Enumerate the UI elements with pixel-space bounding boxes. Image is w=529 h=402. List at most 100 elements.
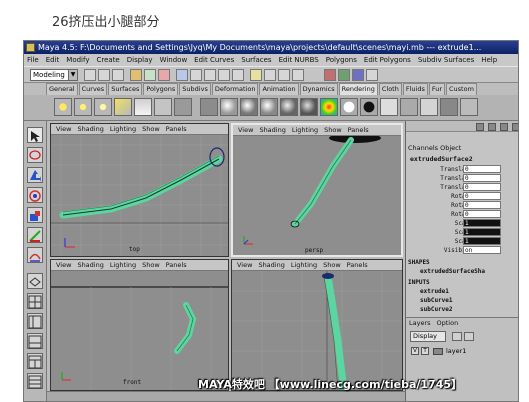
viewport-front[interactable]: View Shading Lighting Show Panels front [50, 259, 229, 391]
shelf-tab-cloth[interactable]: Cloth [378, 83, 402, 95]
menu-window[interactable]: Window [160, 56, 188, 64]
viewport-persp-menu-lighting[interactable]: Lighting [292, 126, 318, 134]
point-light-icon[interactable] [94, 98, 112, 116]
hypershade-icon[interactable] [400, 98, 418, 116]
select-tool-icon[interactable] [27, 127, 43, 143]
shelf-tab-animation[interactable]: Animation [259, 83, 299, 95]
menu-modify[interactable]: Modify [66, 56, 89, 64]
show-hide-icon[interactable] [324, 69, 336, 81]
shelf-tab-polygons[interactable]: Polygons [143, 83, 179, 95]
shelf-tab-rendering[interactable]: Rendering [338, 83, 378, 95]
lasso-tool-icon[interactable] [27, 147, 43, 163]
camera-icon[interactable] [174, 98, 192, 116]
blinn-icon[interactable] [240, 98, 258, 116]
channel-box-icon[interactable] [366, 69, 378, 81]
menu-polygons[interactable]: Polygons [326, 56, 357, 64]
viewport-top-menu-shading[interactable]: Shading [77, 125, 103, 133]
lambert-icon[interactable] [220, 98, 238, 116]
attr-rotate-z[interactable]: Rotate Z0 [406, 210, 518, 219]
menu-create[interactable]: Create [96, 56, 119, 64]
show-layer-editor-icon[interactable] [512, 123, 518, 131]
layers-menu[interactable]: Layers [409, 319, 431, 327]
attr-rotate-y[interactable]: Rotate Y0 [406, 201, 518, 210]
shelf-tab-subdivs[interactable]: Subdivs [179, 83, 211, 95]
attr-scale-x[interactable]: Scale X1 [406, 219, 518, 228]
soft-mod-tool-icon[interactable] [27, 247, 43, 263]
manipulator-tool-icon[interactable] [27, 227, 43, 243]
menu-subdiv-surfaces[interactable]: Subdiv Surfaces [418, 56, 474, 64]
history-icon[interactable] [250, 69, 262, 81]
attr-scale-y[interactable]: Scale Y1 [406, 228, 518, 237]
snap-point-icon[interactable] [218, 69, 230, 81]
ipr-render-icon[interactable] [278, 69, 290, 81]
viewport-persp-menu-shading[interactable]: Shading [259, 126, 285, 134]
input-node[interactable]: extrude1 [406, 287, 518, 296]
menu-file[interactable]: File [27, 56, 39, 64]
anisotropic-icon[interactable] [300, 98, 318, 116]
open-scene-icon[interactable] [98, 69, 110, 81]
select-component-icon[interactable] [158, 69, 170, 81]
show-tool-settings-icon[interactable] [488, 123, 496, 131]
persp-outliner-layout-icon[interactable] [27, 313, 43, 329]
attr-translate-z[interactable]: Translate Z0 [406, 183, 518, 192]
attr-value[interactable]: 1 [463, 228, 501, 236]
viewport-side-menu-panels[interactable]: Panels [347, 261, 368, 269]
render-globals-icon[interactable] [292, 69, 304, 81]
object-name[interactable]: extrudedSurface2 [406, 154, 518, 164]
shelf-tab-fluids[interactable]: Fluids [402, 83, 428, 95]
viewport-front-menu-show[interactable]: Show [142, 261, 160, 269]
phong-e-icon[interactable] [280, 98, 298, 116]
spot-light-icon[interactable] [114, 98, 132, 116]
viewport-top-menu-show[interactable]: Show [142, 125, 160, 133]
attr-value[interactable]: 0 [463, 201, 501, 209]
surface-shader-icon[interactable] [360, 98, 378, 116]
move-tool-icon[interactable] [27, 167, 43, 183]
texture-placement-icon[interactable] [460, 98, 478, 116]
viewport-front-menu-shading[interactable]: Shading [77, 261, 103, 269]
shelf-tab-deformation[interactable]: Deformation [211, 83, 259, 95]
viewport-persp-menu-view[interactable]: View [238, 126, 253, 134]
save-scene-icon[interactable] [112, 69, 124, 81]
select-object-icon[interactable] [144, 69, 156, 81]
snap-grid-icon[interactable] [190, 69, 202, 81]
menu-display[interactable]: Display [127, 56, 153, 64]
attribute-editor-icon[interactable] [338, 69, 350, 81]
render-settings-icon[interactable] [420, 98, 438, 116]
viewport-front-menu-panels[interactable]: Panels [166, 261, 187, 269]
scale-tool-icon[interactable] [27, 207, 43, 223]
phong-icon[interactable] [260, 98, 278, 116]
ambient-light-icon[interactable] [54, 98, 72, 116]
layer-color-swatch[interactable] [433, 348, 443, 355]
attr-translate-y[interactable]: Translate Y0 [406, 174, 518, 183]
menu-edit[interactable]: Edit [46, 56, 60, 64]
viewport-side-menu-shading[interactable]: Shading [258, 261, 284, 269]
render-icon[interactable] [264, 69, 276, 81]
attr-value[interactable]: 1 [463, 219, 501, 227]
layer-row[interactable]: V T layer1 [406, 346, 518, 356]
directional-light-icon[interactable] [74, 98, 92, 116]
viewport-side-menu-lighting[interactable]: Lighting [291, 261, 317, 269]
attr-value[interactable]: 0 [463, 183, 501, 191]
snap-view-plane-icon[interactable] [232, 69, 244, 81]
layered-shader-icon[interactable] [340, 98, 358, 116]
shelf-tab-curves[interactable]: Curves [78, 83, 108, 95]
select-hierarchy-icon[interactable] [130, 69, 142, 81]
attr-value[interactable]: on [463, 246, 501, 254]
tool-settings-icon[interactable] [352, 69, 364, 81]
area-light-icon[interactable] [134, 98, 152, 116]
menu-surfaces[interactable]: Surfaces [241, 56, 271, 64]
attr-visibility[interactable]: Visibility on [406, 246, 518, 255]
shape-node[interactable]: extrudedSurfaceSha [406, 267, 518, 276]
viewport-front-menu-lighting[interactable]: Lighting [110, 261, 136, 269]
attr-value[interactable]: 1 [463, 237, 501, 245]
create-layer-selected-icon[interactable] [464, 332, 474, 341]
layer-type-selector[interactable]: Display [410, 331, 446, 342]
viewport-front-menu-view[interactable]: View [56, 261, 71, 269]
viewport-top-menu-lighting[interactable]: Lighting [110, 125, 136, 133]
menu-help[interactable]: Help [481, 56, 497, 64]
viewport-side-menu-view[interactable]: View [237, 261, 252, 269]
options-menu[interactable]: Option [437, 319, 459, 327]
viewport-persp-menu-panels[interactable]: Panels [348, 126, 369, 134]
shelf-tab-fur[interactable]: Fur [428, 83, 446, 95]
show-attribute-editor-icon[interactable] [476, 123, 484, 131]
